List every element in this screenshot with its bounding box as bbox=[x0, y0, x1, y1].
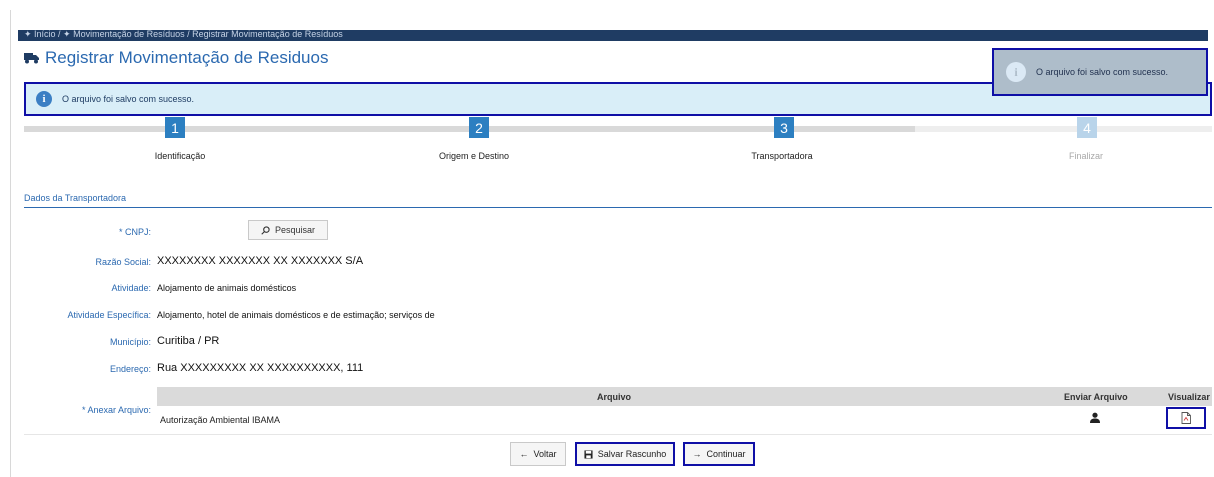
row-divider bbox=[24, 434, 1212, 435]
municipio-value: Curitiba / PR bbox=[157, 335, 220, 347]
column-header-arquivo: Arquivo bbox=[597, 392, 632, 402]
info-icon: i bbox=[36, 91, 52, 107]
file-table-header: Arquivo Enviar Arquivo Visualizar bbox=[157, 387, 1212, 406]
wizard-segment-4 bbox=[915, 126, 1212, 132]
continue-button-label: Continuar bbox=[706, 449, 746, 459]
view-file-button[interactable] bbox=[1166, 407, 1206, 429]
section-title: Dados da Transportadora bbox=[24, 193, 127, 203]
cnpj-label: * CNPJ: bbox=[118, 227, 151, 237]
info-icon: i bbox=[1006, 62, 1026, 82]
endereco-label: Endereço: bbox=[109, 364, 151, 374]
wizard-step-3-number[interactable]: 3 bbox=[774, 117, 794, 138]
razao-social-value: XXXXXXXX XXXXXXX XX XXXXXXX S/A bbox=[157, 255, 364, 267]
endereco-value: Rua XXXXXXXXX XX XXXXXXXXXX, 111 bbox=[157, 362, 364, 374]
back-button-label: Voltar bbox=[533, 449, 557, 459]
wizard-step-1-label: Identificação bbox=[154, 151, 206, 161]
wizard-step-2-label: Origem e Destino bbox=[438, 151, 510, 161]
wizard-step-1-number[interactable]: 1 bbox=[165, 117, 185, 138]
table-row: Autorização Ambiental IBAMA bbox=[157, 406, 1212, 430]
alert-message: O arquivo foi salvo com sucesso. bbox=[62, 94, 195, 104]
save-draft-button[interactable]: Salvar Rascunho bbox=[575, 442, 675, 466]
page-title-text: Registrar Movimentação de Residuos bbox=[45, 48, 329, 67]
wizard-step-4-number[interactable]: 4 bbox=[1077, 117, 1097, 138]
save-draft-button-label: Salvar Rascunho bbox=[597, 449, 667, 459]
search-button-label: Pesquisar bbox=[274, 225, 316, 235]
atividade-especifica-value: Alojamento, hotel de animais domésticos … bbox=[157, 310, 435, 320]
file-name: Autorização Ambiental IBAMA bbox=[160, 415, 281, 425]
search-icon bbox=[261, 225, 270, 235]
success-toast[interactable]: i O arquivo foi salvo com sucesso. bbox=[992, 48, 1208, 96]
anexar-arquivo-label: * Anexar Arquivo: bbox=[81, 405, 151, 415]
toast-message: O arquivo foi salvo com sucesso. bbox=[1036, 67, 1169, 77]
atividade-especifica-label: Atividade Específica: bbox=[67, 310, 151, 320]
wizard-step-2-number[interactable]: 2 bbox=[469, 117, 489, 138]
column-header-enviar: Enviar Arquivo bbox=[1064, 392, 1128, 402]
wizard-step-3-label: Transportadora bbox=[751, 151, 813, 161]
razao-social-label: Razão Social: bbox=[95, 257, 151, 267]
column-header-visualizar: Visualizar bbox=[1168, 392, 1210, 402]
breadcrumb-bar: ✦ Início / ✦ Movimentação de Resíduos / … bbox=[18, 30, 1208, 41]
pdf-file-icon bbox=[1181, 412, 1191, 424]
continue-button[interactable]: → Continuar bbox=[683, 442, 755, 466]
search-button[interactable]: Pesquisar bbox=[248, 220, 328, 240]
user-upload-icon[interactable] bbox=[1089, 412, 1101, 424]
page-title: Registrar Movimentação de Residuos bbox=[24, 48, 328, 68]
arrow-right-icon: → bbox=[692, 449, 702, 459]
municipio-label: Município: bbox=[109, 337, 151, 347]
wizard-progress-track bbox=[24, 126, 1212, 132]
arrow-left-icon: ← bbox=[519, 449, 529, 459]
truck-icon bbox=[24, 53, 39, 64]
wizard-step-4-label: Finalizar bbox=[1068, 151, 1103, 161]
atividade-label: Atividade: bbox=[111, 283, 151, 293]
back-button[interactable]: ← Voltar bbox=[510, 442, 566, 466]
section-divider bbox=[24, 207, 1212, 208]
atividade-value: Alojamento de animais domésticos bbox=[157, 283, 297, 293]
floppy-disk-icon bbox=[584, 449, 593, 459]
breadcrumb: ✦ Início / ✦ Movimentação de Resíduos / … bbox=[24, 30, 343, 39]
wizard-segment-3 bbox=[618, 126, 915, 132]
